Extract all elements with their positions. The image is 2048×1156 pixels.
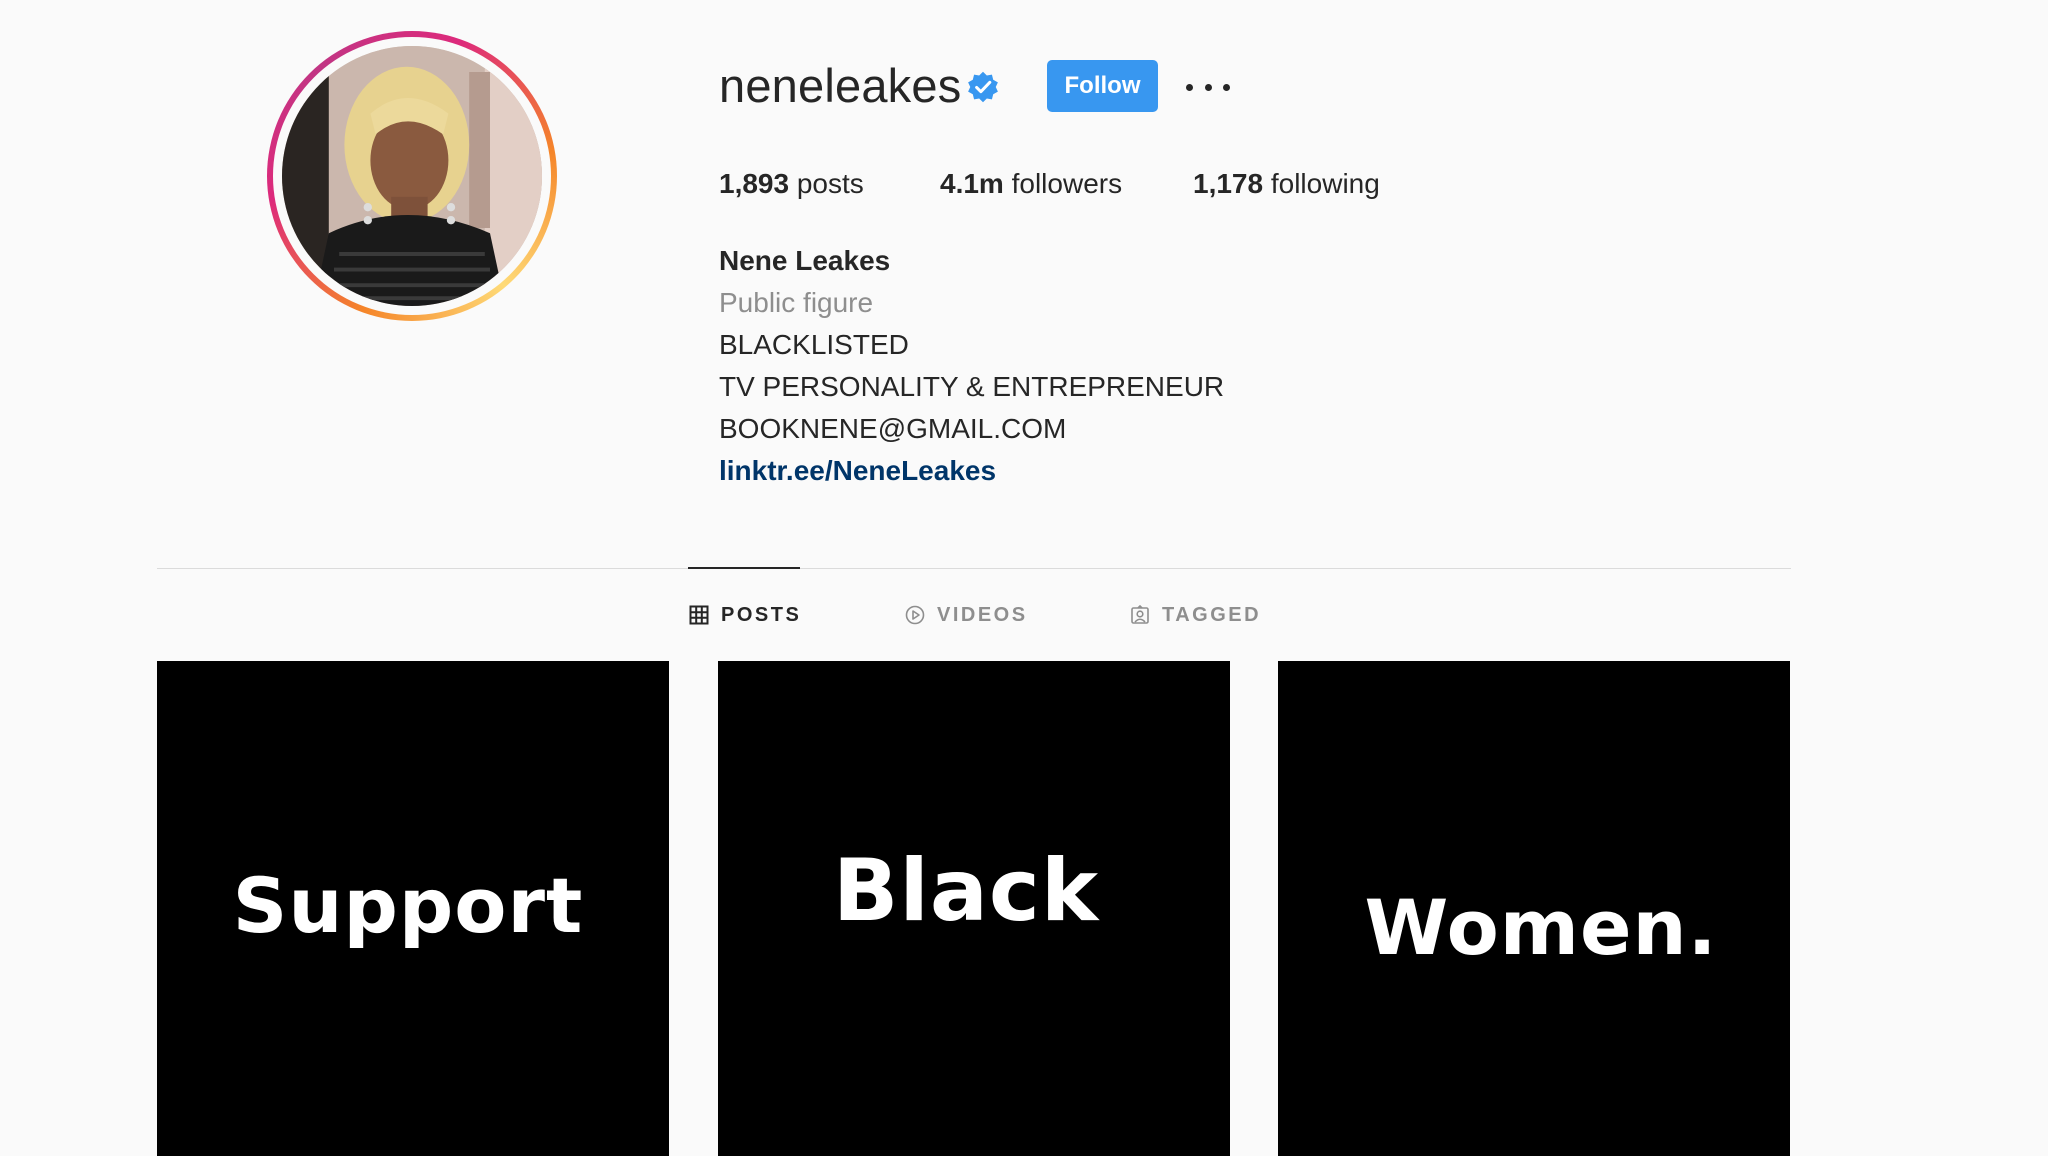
following-label: following [1263, 168, 1380, 199]
bio-line: BLACKLISTED [719, 329, 909, 360]
profile-username: neneleakes [719, 59, 962, 112]
post-text: Support [232, 861, 584, 950]
stat-posts: 1,893 posts [719, 166, 864, 202]
post-text: Black [832, 841, 1100, 941]
followers-label: followers [1003, 168, 1123, 199]
grid-icon [689, 605, 709, 625]
stat-followers[interactable]: 4.1m followers [940, 166, 1122, 202]
following-count: 1,178 [1193, 168, 1264, 199]
stat-following[interactable]: 1,178 following [1193, 166, 1380, 202]
tab-label: TAGGED [1162, 603, 1262, 626]
tagged-user-icon [1131, 605, 1149, 624]
post-text: Women. [1364, 883, 1718, 972]
follow-button[interactable]: Follow [1047, 60, 1158, 112]
followers-count: 4.1m [940, 168, 1004, 199]
post-thumbnail[interactable]: Women. [1278, 661, 1790, 1156]
profile-category: Public figure [719, 287, 874, 318]
more-options-icon[interactable] [1186, 70, 1230, 104]
tab-posts[interactable]: POSTS [689, 600, 801, 630]
bio-line: BOOKNENE@GMAIL.COM [719, 413, 1067, 444]
posts-count: 1,893 [719, 168, 790, 199]
story-ring[interactable] [267, 31, 557, 321]
profile-photo [282, 46, 542, 306]
tab-label: POSTS [721, 603, 802, 626]
avatar[interactable] [282, 46, 542, 306]
tab-videos[interactable]: VIDEOS [905, 600, 1028, 630]
tab-label: VIDEOS [937, 603, 1028, 626]
verified-badge-icon [968, 71, 998, 103]
active-tab-indicator [688, 567, 800, 569]
bio-line: TV PERSONALITY & ENTREPRENEUR [719, 371, 1225, 402]
posts-label: posts [789, 168, 864, 199]
post-thumbnail[interactable]: Support [157, 661, 669, 1156]
bio-link[interactable]: linktr.ee/NeneLeakes [719, 453, 996, 489]
post-thumbnail[interactable]: Black [718, 661, 1230, 1156]
play-icon [905, 605, 925, 625]
tabs-divider [157, 568, 1791, 569]
profile-full-name: Nene Leakes [719, 245, 891, 276]
tab-tagged[interactable]: TAGGED [1130, 600, 1261, 630]
profile-page: neneleakes Follow 1,893 posts 4.1m follo… [0, 0, 2048, 1156]
